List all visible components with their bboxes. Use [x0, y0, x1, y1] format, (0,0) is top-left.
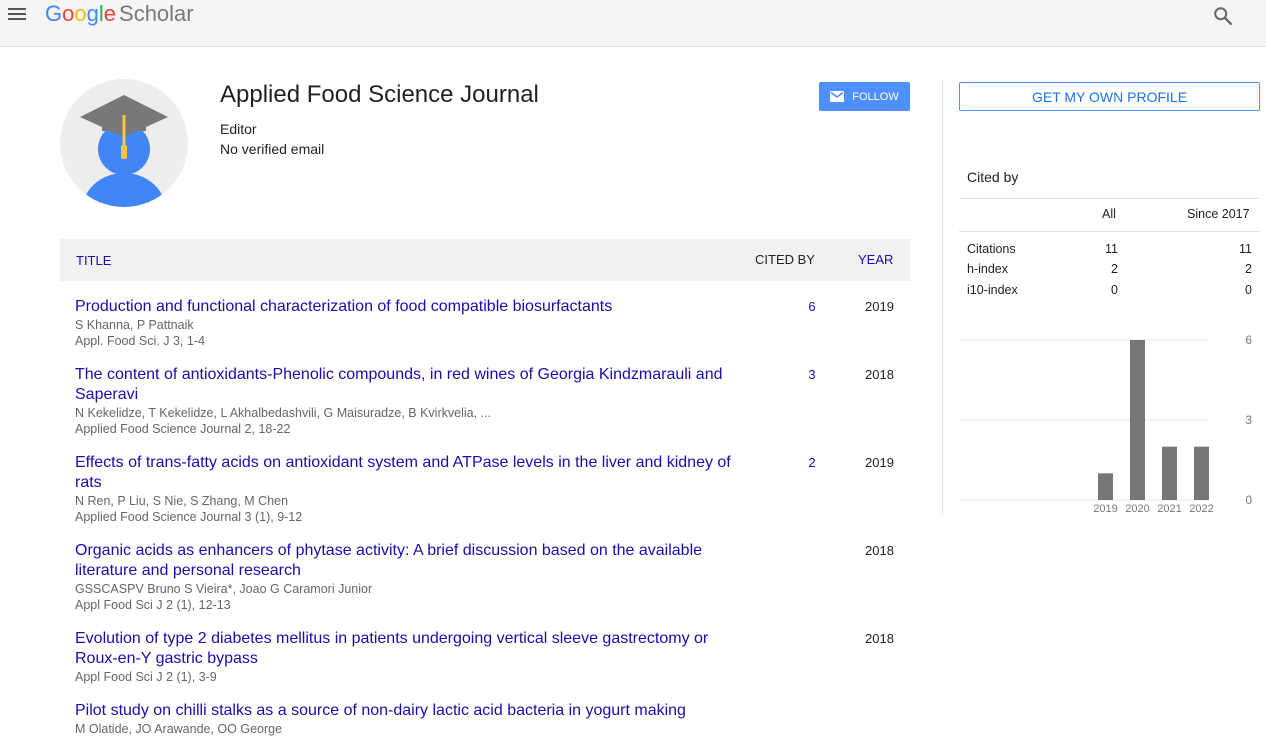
table-row: Organic acids as enhancers of phytase ac… — [75, 541, 910, 613]
chart-x-tick-label: 2019 — [1093, 503, 1117, 515]
citations-per-year-chart: 0 3 6 2019 2020 2021 2022 — [959, 333, 1252, 515]
stats-citations-all: 11 — [1105, 242, 1118, 256]
article-authors: N Kekelidze, T Kekelidze, L Akhalbedashv… — [75, 406, 491, 420]
article-authors: N Ren, P Liu, S Nie, S Zhang, M Chen — [75, 494, 289, 508]
search-icon[interactable] — [1212, 5, 1234, 27]
profile-affiliation: Editor — [220, 121, 257, 137]
menu-icon[interactable] — [8, 6, 26, 22]
sort-by-cited[interactable]: CITED BY — [755, 252, 815, 267]
cited-by-count-link[interactable]: 3 — [806, 367, 818, 382]
follow-label: FOLLOW — [852, 90, 899, 103]
stats-i10-index-since: 0 — [1245, 283, 1252, 297]
article-year: 2019 — [865, 299, 894, 314]
citation-stats-table: All Since 2017 Citations 11 11 h-index 2… — [959, 198, 1259, 297]
table-row: Pilot study on chilli stalks as a source… — [75, 701, 910, 737]
profile-name: Applied Food Science Journal — [220, 81, 539, 108]
chart-y-tick-label: 0 — [1245, 493, 1252, 507]
chart-y-tick-label: 3 — [1245, 413, 1252, 427]
article-year: 2018 — [865, 367, 894, 382]
article-venue: Appl Food Sci J 2 (1), 12-13 — [75, 598, 231, 612]
cited-by-heading: Cited by — [967, 169, 1019, 185]
chart-bar-2020[interactable] — [1130, 340, 1145, 500]
sort-by-year[interactable]: YEAR — [858, 252, 893, 267]
article-year: 2018 — [865, 543, 894, 558]
stats-divider — [959, 231, 1259, 232]
article-authors: S Khanna, P Pattnaik — [75, 318, 194, 332]
article-venue: Appl. Food Sci. J 3, 1-4 — [75, 334, 205, 348]
article-venue: Applied Food Science Journal 3 (1), 9-12 — [75, 510, 303, 524]
stats-label-h-index: h-index — [967, 262, 1008, 276]
stats-col-since: Since 2017 — [1187, 207, 1250, 221]
table-row: Production and functional characterizati… — [75, 297, 910, 349]
stats-h-index-since: 2 — [1245, 262, 1252, 276]
get-my-own-profile-button[interactable]: GET MY OWN PROFILE — [959, 82, 1260, 111]
cited-by-count-link[interactable]: 2 — [806, 455, 818, 470]
articles-table-header: TITLE CITED BY YEAR — [60, 239, 910, 281]
chart-x-tick-label: 2022 — [1189, 503, 1213, 515]
chart-bar-2022[interactable] — [1194, 446, 1209, 500]
cited-by-count-link[interactable]: 6 — [806, 299, 818, 314]
chart-y-tick-label: 6 — [1245, 333, 1252, 347]
article-title-link[interactable]: The content of antioxidants-Phenolic com… — [75, 365, 745, 405]
article-title-link[interactable]: Pilot study on chilli stalks as a source… — [75, 701, 745, 721]
table-row: The content of antioxidants-Phenolic com… — [75, 365, 910, 437]
google-scholar-logo[interactable]: Google Scholar — [45, 0, 194, 28]
stats-col-all: All — [1102, 207, 1116, 221]
article-authors: GSSCASPV Bruno S Vieira*, Joao G Caramor… — [75, 582, 373, 596]
article-title-link[interactable]: Organic acids as enhancers of phytase ac… — [75, 541, 745, 581]
article-venue: Appl Food Sci J 2 (1), 3-9 — [75, 670, 217, 684]
stats-label-i10-index: i10-index — [967, 283, 1018, 297]
column-divider — [942, 80, 943, 515]
article-authors: M Olatide, JO Arawande, OO George — [75, 722, 283, 736]
stats-citations-since: 11 — [1239, 242, 1252, 256]
article-venue: Applied Food Science Journal 2, 18-22 — [75, 422, 291, 436]
avatar — [60, 79, 188, 207]
sort-by-title[interactable]: TITLE — [76, 253, 111, 268]
profile-email-status: No verified email — [220, 141, 325, 157]
scholar-avatar-icon — [80, 95, 168, 207]
chart-bar-2019[interactable] — [1098, 473, 1113, 500]
stats-h-index-all: 2 — [1111, 262, 1118, 276]
table-row: Effects of trans-fatty acids on antioxid… — [75, 453, 910, 525]
mail-icon — [830, 91, 845, 102]
stats-divider — [959, 198, 1259, 199]
article-year: 2019 — [865, 455, 894, 470]
article-title-link[interactable]: Effects of trans-fatty acids on antioxid… — [75, 453, 745, 493]
article-title-link[interactable]: Evolution of type 2 diabetes mellitus in… — [75, 629, 745, 669]
stats-i10-index-all: 0 — [1111, 283, 1118, 297]
article-year: 2018 — [865, 631, 894, 646]
chart-bar-2021[interactable] — [1162, 446, 1177, 500]
table-row: Evolution of type 2 diabetes mellitus in… — [75, 629, 910, 685]
stats-label-citations: Citations — [967, 242, 1016, 256]
chart-x-tick-label: 2020 — [1125, 503, 1149, 515]
article-title-link[interactable]: Production and functional characterizati… — [75, 297, 745, 317]
top-app-bar: Google Scholar — [0, 0, 1266, 47]
follow-button[interactable]: FOLLOW — [819, 82, 910, 111]
chart-x-tick-label: 2021 — [1157, 503, 1181, 515]
